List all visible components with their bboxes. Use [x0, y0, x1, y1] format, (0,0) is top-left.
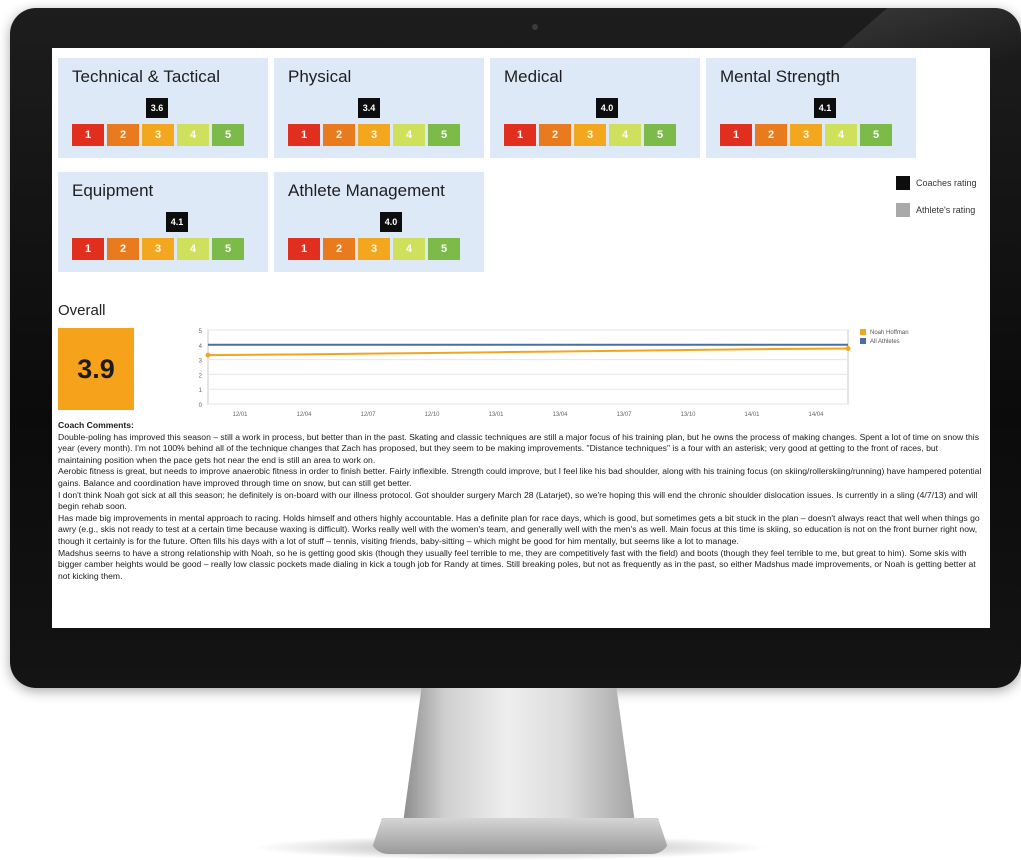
x-tick-label: 12/10 [424, 412, 440, 418]
scale-5: 5 [860, 124, 892, 146]
legend-label: Athlete's rating [916, 205, 976, 215]
coaches-rating-badge: 3.4 [358, 98, 380, 118]
scale-3: 3 [142, 124, 174, 146]
scale-4: 4 [177, 124, 209, 146]
overall-score: 3.9 [58, 328, 134, 410]
card-equipment: Equipment 4.1 1 2 3 4 5 [58, 172, 268, 272]
y-tick-label: 3 [199, 359, 203, 365]
rating-scale: 1 2 3 4 5 [504, 124, 676, 146]
monitor-stand-neck [403, 688, 635, 823]
x-tick-label: 14/04 [808, 412, 824, 418]
scale-5: 5 [212, 238, 244, 260]
x-tick-label: 14/01 [744, 412, 760, 418]
x-tick-label: 12/07 [360, 412, 376, 418]
x-tick-label: 13/07 [616, 412, 632, 418]
scale-1: 1 [288, 124, 320, 146]
card-title: Athlete Management [288, 181, 445, 200]
y-tick-label: 5 [199, 329, 203, 335]
comment-paragraph: I don't think Noah got sick at all this … [58, 489, 978, 512]
y-tick-label: 0 [199, 403, 203, 409]
x-tick-label: 13/01 [488, 412, 504, 418]
x-tick-label: 12/01 [232, 412, 248, 418]
comment-paragraph: Madshus seems to have a strong relations… [58, 547, 976, 581]
card-technical-tactical: Technical & Tactical 3.6 1 2 3 4 5 [58, 58, 268, 158]
scale-3: 3 [358, 238, 390, 260]
scale-5: 5 [212, 124, 244, 146]
legend-label: Coaches rating [916, 178, 977, 188]
plot-area [207, 329, 849, 405]
rating-scale: 1 2 3 4 5 [288, 124, 460, 146]
scale-3: 3 [142, 238, 174, 260]
legend-swatch-coaches [896, 176, 910, 190]
coaches-rating-badge: 4.1 [814, 98, 836, 118]
chart-legend-label: All Athletes [870, 339, 900, 345]
card-mental-strength: Mental Strength 4.1 1 2 3 4 5 [706, 58, 916, 158]
scale-3: 3 [574, 124, 606, 146]
card-title: Equipment [72, 181, 154, 200]
scale-1: 1 [72, 238, 104, 260]
x-tick-label: 13/10 [680, 412, 696, 418]
monitor-stand-base [370, 818, 670, 854]
scale-2: 2 [107, 238, 139, 260]
card-athlete-management: Athlete Management 4.0 1 2 3 4 5 [274, 172, 484, 272]
scale-5: 5 [428, 238, 460, 260]
rating-scale: 1 2 3 4 5 [72, 124, 244, 146]
scale-4: 4 [177, 238, 209, 260]
scale-1: 1 [504, 124, 536, 146]
scale-4: 4 [393, 238, 425, 260]
comment-paragraph: Double-poling has improved this season –… [58, 431, 979, 465]
coaches-rating-badge: 3.6 [146, 98, 168, 118]
chart-legend-label: Noah Hoffman [870, 330, 909, 336]
rating-scale: 1 2 3 4 5 [288, 238, 460, 260]
y-tick-label: 2 [199, 373, 203, 379]
y-tick-label: 4 [199, 344, 203, 350]
card-physical: Physical 3.4 1 2 3 4 5 [274, 58, 484, 158]
scale-2: 2 [755, 124, 787, 146]
comments-heading: Coach Comments: [58, 420, 134, 430]
series-point [205, 352, 211, 358]
scale-4: 4 [393, 124, 425, 146]
legend-swatch-athletes [896, 203, 910, 217]
chart-legend-swatch [860, 338, 866, 344]
rating-scale: 1 2 3 4 5 [72, 238, 244, 260]
scale-1: 1 [288, 238, 320, 260]
card-title: Mental Strength [720, 67, 841, 86]
scale-3: 3 [790, 124, 822, 146]
coaches-rating-badge: 4.1 [166, 212, 188, 232]
overall-heading: Overall [58, 302, 106, 319]
scale-3: 3 [358, 124, 390, 146]
card-title: Technical & Tactical [72, 67, 221, 86]
card-title: Physical [288, 67, 352, 86]
webcam-dot [532, 24, 538, 30]
scale-2: 2 [323, 238, 355, 260]
rating-scale: 1 2 3 4 5 [720, 124, 892, 146]
card-medical: Medical 4.0 1 2 3 4 5 [490, 58, 700, 158]
y-tick-label: 1 [199, 388, 203, 394]
comment-paragraph: Aerobic fitness is great, but needs to i… [58, 466, 982, 488]
dashboard-screen: Technical & Tactical 3.6 1 2 3 4 5 Physi… [52, 48, 990, 628]
overall-trend-chart: 0 1 2 3 4 5 12/01 12/04 12/07 12/10 13/01 13/04 13/0… [199, 329, 909, 418]
coaches-rating-badge: 4.0 [380, 212, 402, 232]
legend-athletes: Athlete's rating [896, 203, 975, 217]
chart-legend-swatch [860, 329, 866, 335]
scale-4: 4 [825, 124, 857, 146]
series-point [845, 346, 851, 351]
x-tick-label: 12/04 [296, 412, 312, 418]
legend-coaches: Coaches rating [896, 176, 977, 190]
card-title: Medical [504, 67, 563, 86]
scale-1: 1 [720, 124, 752, 146]
scale-2: 2 [107, 124, 139, 146]
coach-comments: Coach Comments: Double-poling has improv… [58, 420, 982, 582]
scale-2: 2 [539, 124, 571, 146]
scale-1: 1 [72, 124, 104, 146]
coaches-rating-badge: 4.0 [596, 98, 618, 118]
comment-paragraph: Has made big improvements in mental appr… [58, 512, 980, 546]
scale-2: 2 [323, 124, 355, 146]
scale-5: 5 [428, 124, 460, 146]
x-tick-label: 13/04 [552, 412, 568, 418]
scale-5: 5 [644, 124, 676, 146]
scale-4: 4 [609, 124, 641, 146]
